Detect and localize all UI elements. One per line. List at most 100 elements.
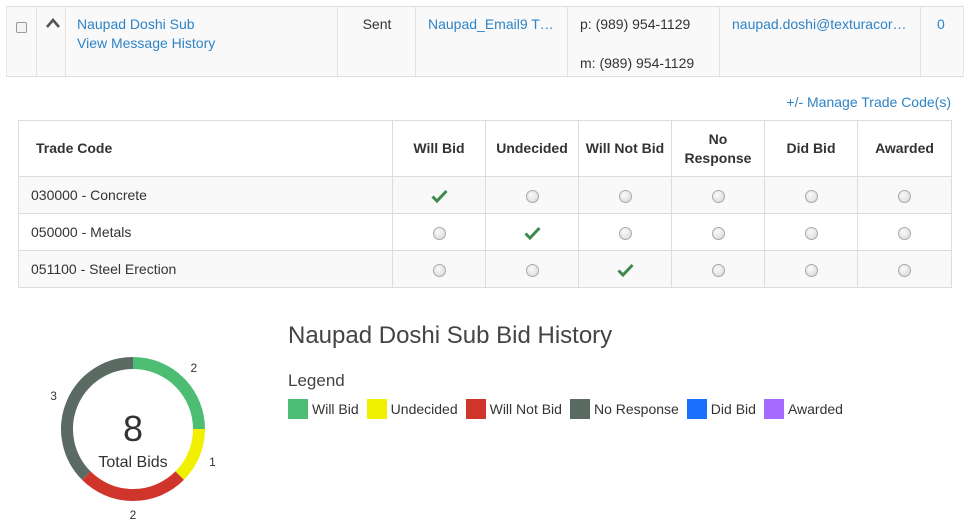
status-cell: Sent — [338, 7, 416, 76]
status-radio-will-not-bid[interactable] — [618, 226, 632, 240]
bidder-name-link[interactable]: Naupad Doshi Sub — [77, 16, 195, 32]
email-cell: naupad.doshi@texturacor… — [720, 7, 921, 76]
status-text: Sent — [362, 16, 392, 32]
status-cell-awarded — [857, 176, 952, 214]
donut-slice-will-not-bid — [82, 471, 184, 501]
trade-row: 030000 - Concrete — [18, 176, 952, 214]
legend-item: Did Bid — [686, 399, 756, 419]
checkmark-icon[interactable] — [616, 263, 634, 278]
legend-swatch — [763, 399, 784, 419]
status-radio-awarded[interactable] — [898, 189, 911, 203]
header-trade-code: Trade Code — [18, 120, 393, 177]
status-cell-no-response — [671, 176, 765, 214]
status-cell-no-response — [671, 213, 765, 251]
legend-item: Will Bid — [288, 399, 359, 419]
status-cell-did-bid — [764, 250, 858, 288]
legend-swatch — [465, 399, 486, 419]
donut-slice-undecided — [175, 428, 205, 480]
status-cell-awarded — [857, 250, 952, 288]
legend-swatch — [366, 399, 387, 419]
status-cell-did-bid — [764, 176, 858, 214]
legend-swatch — [569, 399, 590, 419]
status-radio-will-bid[interactable] — [432, 226, 446, 240]
status-radio-awarded[interactable] — [898, 263, 911, 277]
status-radio-did-bid[interactable] — [804, 263, 818, 277]
chevron-up-icon[interactable] — [45, 17, 61, 29]
legend-item: Undecided — [366, 399, 458, 419]
status-radio-undecided[interactable] — [525, 189, 539, 203]
header-awarded: Awarded — [857, 120, 952, 177]
legend-swatch — [686, 399, 707, 419]
donut-value-label: 2 — [130, 508, 137, 522]
trade-code-table: Trade Code Will Bid Undecided Will Not B… — [18, 120, 952, 288]
checkmark-icon[interactable] — [523, 226, 541, 241]
legend-item: Will Not Bid — [465, 399, 562, 419]
header-will-bid: Will Bid — [392, 120, 486, 177]
status-radio-did-bid[interactable] — [804, 189, 818, 203]
count-cell: 0 — [921, 7, 963, 76]
total-bids-count: 8 — [123, 408, 143, 449]
bidder-row: Naupad Doshi Sub View Message History Se… — [6, 6, 964, 77]
legend-label: Undecided — [390, 401, 458, 417]
status-cell-did-bid — [764, 213, 858, 251]
bid-history-title: Naupad Doshi Sub Bid History — [288, 322, 613, 349]
status-radio-no-response[interactable] — [711, 226, 725, 240]
view-message-history-link[interactable]: View Message History — [77, 35, 215, 51]
legend-label: Will Not Bid — [489, 401, 562, 417]
collapse-cell — [37, 7, 66, 76]
status-radio-undecided[interactable] — [525, 263, 539, 277]
count-link[interactable]: 0 — [937, 16, 945, 32]
name-cell: Naupad Doshi Sub View Message History — [66, 7, 338, 76]
status-radio-no-response[interactable] — [711, 263, 725, 277]
status-cell-will-not-bid — [578, 176, 672, 214]
checkmark-icon[interactable] — [430, 189, 448, 204]
status-cell-no-response — [671, 250, 765, 288]
email-template-link[interactable]: Naupad_Email9 T… — [428, 16, 554, 32]
phone-cell: p: (989) 954-1129 m: (989) 954-1129 — [568, 7, 720, 76]
total-bids-label: Total Bids — [98, 454, 167, 471]
header-did-bid: Did Bid — [764, 120, 858, 177]
template-cell: Naupad_Email9 T… — [416, 7, 568, 76]
donut-value-label: 2 — [190, 361, 197, 375]
legend-label: Did Bid — [710, 401, 756, 417]
donut-value-label: 1 — [209, 455, 216, 469]
status-radio-will-bid[interactable] — [432, 263, 446, 277]
phone-text: p: (989) 954-1129 — [580, 16, 691, 32]
trade-row: 051100 - Steel Erection — [18, 250, 952, 288]
status-radio-did-bid[interactable] — [804, 226, 818, 240]
legend-item: No Response — [569, 399, 679, 419]
header-undecided: Undecided — [485, 120, 579, 177]
status-cell-will-not-bid — [578, 213, 672, 251]
trade-row: 050000 - Metals — [18, 213, 952, 251]
legend-label: Will Bid — [312, 401, 359, 417]
legend-item: Awarded — [763, 399, 843, 419]
row-select-cell — [7, 7, 37, 76]
status-cell-will-not-bid — [578, 250, 672, 288]
status-cell-undecided — [485, 176, 579, 214]
legend-label: Awarded — [787, 401, 843, 417]
table-header-row: Trade Code Will Bid Undecided Will Not B… — [18, 120, 952, 177]
status-radio-no-response[interactable] — [711, 189, 725, 203]
legend: Will Bid Undecided Will Not Bid No Response… — [288, 399, 851, 419]
legend-title: Legend — [288, 371, 345, 390]
status-cell-awarded — [857, 213, 952, 251]
status-cell-will-bid — [392, 213, 486, 251]
status-cell-will-bid — [392, 176, 486, 214]
status-radio-awarded[interactable] — [898, 226, 911, 240]
donut-value-label: 3 — [50, 389, 57, 403]
legend-label: No Response — [593, 401, 679, 417]
status-cell-will-bid — [392, 250, 486, 288]
status-cell-undecided — [485, 213, 579, 251]
trade-code-label: 030000 - Concrete — [18, 176, 393, 214]
email-link[interactable]: naupad.doshi@texturacor… — [732, 16, 907, 32]
trade-code-label: 051100 - Steel Erection — [18, 250, 393, 288]
status-radio-will-not-bid[interactable] — [618, 189, 632, 203]
trade-code-label: 050000 - Metals — [18, 213, 393, 251]
status-cell-undecided — [485, 250, 579, 288]
manage-trade-codes-link[interactable]: +/- Manage Trade Code(s) — [786, 94, 951, 110]
legend-swatch — [288, 399, 308, 419]
header-will-not-bid: Will Not Bid — [578, 120, 672, 177]
row-checkbox[interactable] — [16, 22, 27, 33]
total-bids-donut-chart: 2 1 2 3 8 Total Bids — [50, 357, 216, 522]
mobile-text: m: (989) 954-1129 — [580, 55, 695, 71]
